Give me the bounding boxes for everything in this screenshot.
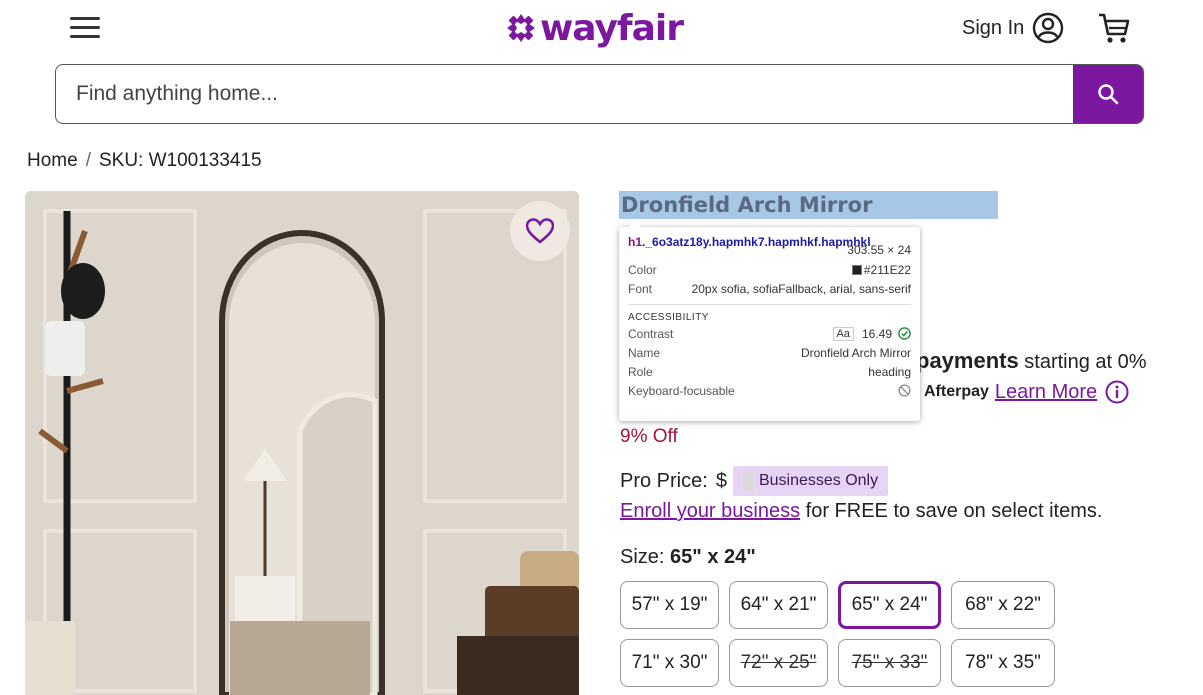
tooltip-name-value: Dronfield Arch Mirror: [800, 345, 911, 360]
search-input[interactable]: [56, 65, 1073, 123]
size-option[interactable]: 71" x 30": [620, 639, 719, 687]
product-photo: [25, 191, 579, 695]
heart-icon: [526, 218, 554, 244]
sign-in-label: Sign In: [962, 16, 1025, 39]
search-icon: [1098, 84, 1119, 105]
learn-more-link[interactable]: Learn More: [995, 381, 1097, 404]
enroll-row: Enroll your business for FREE to save on…: [620, 500, 1102, 523]
size-option[interactable]: 68" x 22": [951, 581, 1055, 629]
color-swatch: [851, 264, 862, 275]
favorite-button[interactable]: [510, 201, 570, 261]
tag-icon: [742, 470, 753, 492]
tooltip-color-value: #211E22: [863, 262, 911, 277]
tooltip-accessibility-header: ACCESSIBILITY: [628, 304, 911, 324]
tooltip-keyboard-label: Keyboard-focusable: [628, 383, 735, 398]
discount-text: 9% Off: [620, 426, 678, 447]
tooltip-selector-class: ._6o3atz18y.hapmhk7.hapmhkf.hapmhkl: [642, 235, 871, 249]
sign-in-button[interactable]: Sign In: [962, 12, 1064, 44]
tooltip-selector: h1._6o3atz18y.hapmhk7.hapmhkf.hapmhkl: [628, 235, 871, 257]
payments-bold: payments: [916, 348, 1019, 373]
pro-price-dollar: $: [715, 469, 727, 492]
enroll-business-link[interactable]: Enroll your business: [620, 500, 800, 522]
size-option[interactable]: 78" x 35": [951, 639, 1055, 687]
size-option[interactable]: 57" x 19": [620, 581, 719, 629]
wayfair-logo-mark-icon: [507, 14, 535, 42]
contrast-aa-badge: Aa: [832, 326, 854, 341]
businesses-only-label: Businesses Only: [758, 472, 879, 489]
businesses-only-badge: Businesses Only: [732, 466, 889, 496]
pro-price-row: Pro Price: $ Businesses Only: [620, 466, 889, 496]
devtools-inspect-tooltip: h1._6o3atz18y.hapmhk7.hapmhkf.hapmhkl 30…: [619, 221, 920, 421]
tooltip-font-value: 20px sofia, sofiaFallback, arial, sans-s…: [691, 281, 911, 296]
pro-price-label: Pro Price:: [620, 469, 708, 492]
size-label-text: Size:: [620, 546, 665, 568]
tooltip-selector-tag: h1: [628, 235, 643, 249]
breadcrumb-sku: SKU: W100133415: [98, 150, 262, 171]
size-selected-value: 65" x 24": [670, 546, 756, 568]
breadcrumb-separator: /: [85, 150, 91, 171]
breadcrumb-home-link[interactable]: Home: [27, 150, 78, 172]
tooltip-role-value: heading: [868, 364, 911, 379]
product-title: Dronfield Arch Mirror: [621, 193, 873, 217]
site-header: wayfair Sign In: [0, 0, 1203, 58]
afterpay-row: Afterpay Learn More: [924, 380, 1129, 404]
info-icon[interactable]: [1105, 380, 1129, 404]
size-label: Size: 65" x 24": [620, 546, 756, 569]
account-circle-icon: [1033, 12, 1064, 44]
afterpay-label: Afterpay: [924, 383, 989, 400]
search-bar: [55, 64, 1144, 124]
enroll-rest: for FREE to save on select items.: [805, 500, 1103, 522]
tooltip-color-label: Color: [628, 262, 657, 277]
tooltip-font-label: Font: [628, 281, 653, 296]
check-circle-icon: [898, 327, 911, 340]
tooltip-contrast-value: 16.49: [861, 326, 892, 341]
size-options: 57" x 19" 64" x 21" 65" x 24" 68" x 22" …: [620, 581, 1060, 687]
size-option[interactable]: 65" x 24": [838, 581, 941, 629]
tooltip-contrast-label: Contrast: [628, 326, 674, 341]
shopping-cart-icon[interactable]: [1096, 10, 1132, 46]
wayfair-logo[interactable]: wayfair: [506, 6, 684, 50]
size-option[interactable]: 72" x 25": [729, 639, 828, 687]
size-option[interactable]: 75" x 33": [838, 639, 941, 687]
logo-text: wayfair: [540, 7, 684, 49]
product-title-highlight: Dronfield Arch Mirror: [619, 191, 998, 219]
tooltip-dimensions: 303.55 × 24: [847, 243, 911, 257]
hamburger-menu-icon[interactable]: [68, 14, 102, 42]
size-option[interactable]: 64" x 21": [729, 581, 828, 629]
breadcrumb: Home / SKU: W100133415: [27, 150, 262, 172]
tooltip-name-label: Name: [628, 345, 661, 360]
search-button[interactable]: [1073, 65, 1143, 123]
payments-text: payments starting at 0%: [916, 348, 1147, 374]
not-focusable-icon: [898, 384, 911, 397]
product-image[interactable]: [25, 191, 579, 695]
payments-rest: starting at 0%: [1024, 351, 1147, 373]
tooltip-role-label: Role: [628, 364, 653, 379]
